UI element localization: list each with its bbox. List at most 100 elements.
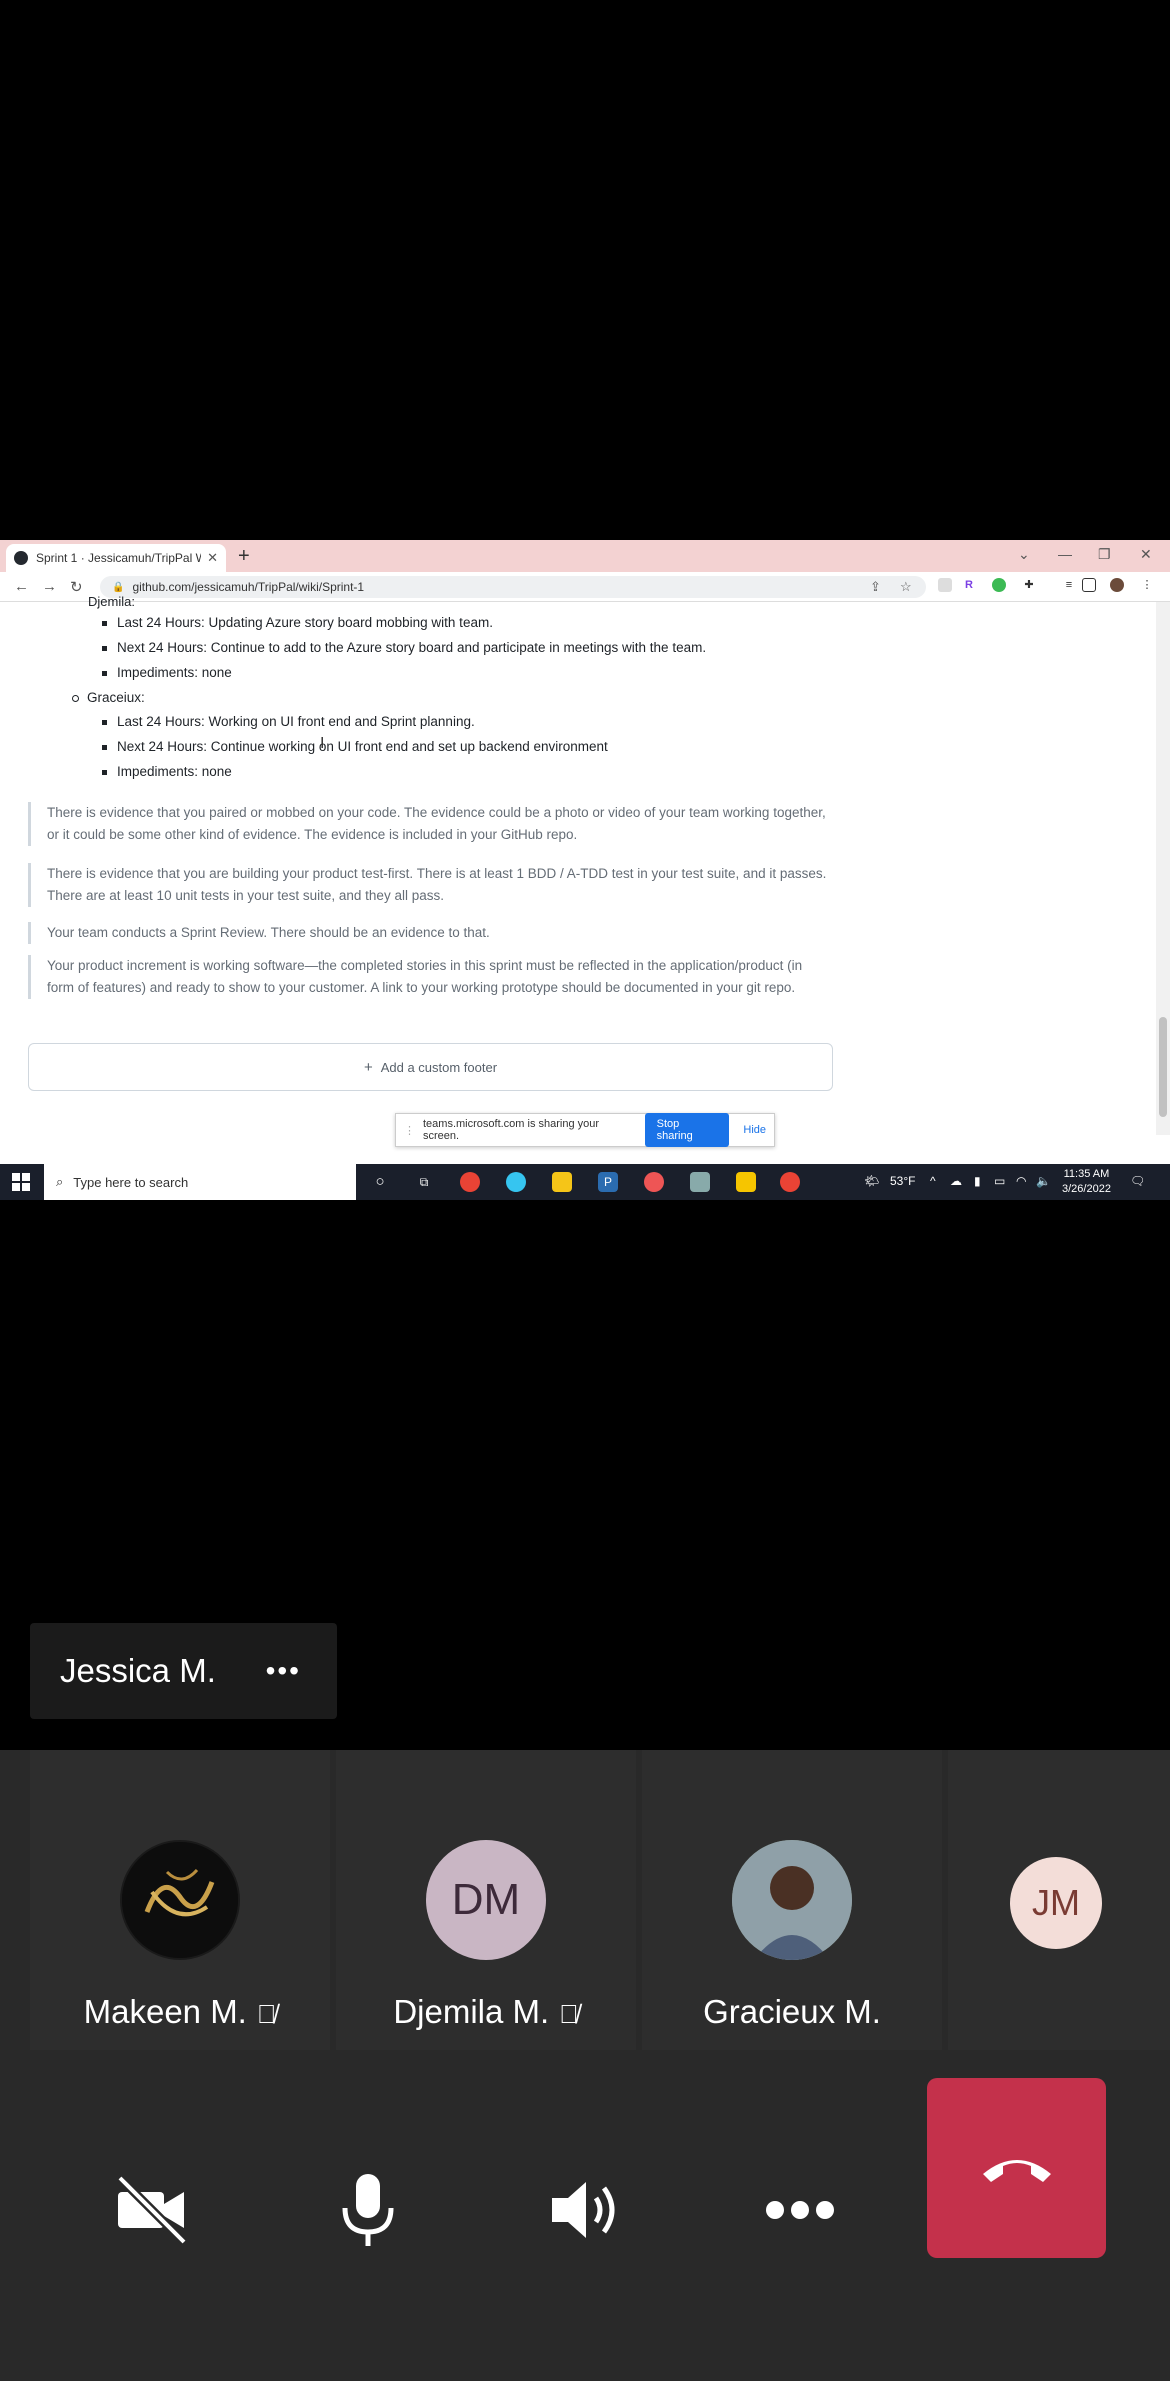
djemila-label: Djemila:: [88, 594, 135, 609]
clock[interactable]: 11:35 AM 3/26/2022: [1062, 1167, 1111, 1197]
blockquote: There is evidence that you paired or mob…: [28, 802, 828, 846]
url-field[interactable]: 🔒 github.com/jessicamuh/TripPal/wiki/Spr…: [100, 576, 926, 598]
reading-list-icon[interactable]: ≡: [1062, 578, 1076, 592]
camera-off-icon: [116, 2174, 188, 2246]
shared-screen: Sprint 1 · Jessicamuh/TripPal Wiki ✕ + ⌄…: [0, 540, 1170, 1200]
presenter-name: Jessica M.: [60, 1652, 216, 1689]
clock-time: 11:35 AM: [1063, 1168, 1110, 1180]
add-custom-footer-label: Add a custom footer: [380, 1059, 498, 1075]
forward-icon[interactable]: →: [42, 578, 57, 595]
avatar: JM: [1010, 1857, 1102, 1949]
list-item: Impediments: none: [102, 665, 232, 680]
tab-title: Sprint 1 · Jessicamuh/TripPal Wiki: [36, 551, 202, 565]
share-message: teams.microsoft.com is sharing your scre…: [423, 1118, 600, 1142]
participant-name: Makeen M. 🎙̸: [83, 1993, 277, 2030]
back-icon[interactable]: ←: [14, 578, 29, 595]
usb-icon[interactable]: ▮: [974, 1174, 981, 1188]
avatar: [732, 1840, 852, 1960]
participant-tile[interactable]: Gracieux M.: [642, 1750, 942, 2050]
bookmark-star-icon[interactable]: ☆: [900, 579, 912, 595]
browser-tab[interactable]: Sprint 1 · Jessicamuh/TripPal Wiki ✕: [6, 544, 226, 572]
list-item: Next 24 Hours: Continue working on UI fr…: [102, 739, 608, 754]
participant-name: Gracieux M.: [703, 1993, 881, 2030]
list-item: Impediments: none: [102, 764, 232, 779]
battery-icon[interactable]: ▭: [994, 1174, 1005, 1188]
hide-link[interactable]: Hide: [743, 1124, 766, 1136]
mic-off-icon: 🎙̸: [256, 1998, 277, 2029]
slack-icon[interactable]: [506, 1172, 526, 1192]
profile-avatar[interactable]: [1110, 578, 1124, 592]
hang-up-icon: [982, 2160, 1051, 2182]
windows-start-icon[interactable]: [12, 1173, 30, 1191]
app-gray-icon[interactable]: [690, 1172, 710, 1192]
puzzle-icon[interactable]: ✚: [1022, 578, 1036, 592]
list-item-graceiux: Graceiux:: [72, 690, 145, 705]
wifi-icon[interactable]: ◠: [1016, 1174, 1026, 1188]
avatar: [120, 1840, 240, 1960]
blockquote: Your team conducts a Sprint Review. Ther…: [28, 922, 828, 944]
task-view-icon[interactable]: ⧉: [414, 1172, 434, 1192]
share-icon[interactable]: ⇪: [870, 579, 881, 595]
list-item: Next 24 Hours: Continue to add to the Az…: [102, 640, 706, 655]
scrollbar[interactable]: [1156, 602, 1170, 1135]
blockquote: There is evidence that you are building …: [28, 863, 828, 907]
speaker-button[interactable]: [494, 2120, 674, 2300]
blockquote: Your product increment is working softwa…: [28, 955, 828, 999]
calligraphy-avatar-icon: [122, 1842, 238, 1958]
search-icon: ⌕: [56, 1174, 64, 1189]
menu-icon[interactable]: ⋮: [1140, 578, 1154, 592]
taskbar-search-placeholder: Type here to search: [73, 1174, 189, 1190]
extension-icon[interactable]: [938, 578, 952, 592]
tray-chevron-icon[interactable]: ^: [930, 1174, 936, 1188]
cortana-icon[interactable]: ○: [370, 1172, 390, 1192]
list-item: Last 24 Hours: Working on UI front end a…: [102, 714, 475, 729]
weather-temp[interactable]: 53°F: [890, 1174, 915, 1188]
app-red-icon[interactable]: [644, 1172, 664, 1192]
taskbar-search-input[interactable]: ⌕ Type here to search: [44, 1164, 356, 1200]
new-tab-icon[interactable]: +: [238, 545, 250, 568]
lock-icon: 🔒: [112, 581, 125, 593]
participant-strip: Makeen M. 🎙̸ DM Djemila M. 🎙̸ Gracieux M. …: [0, 1750, 1170, 2050]
drag-handle-icon[interactable]: ⋮: [404, 1124, 415, 1137]
close-window-icon[interactable]: ✕: [1140, 546, 1152, 563]
windows-taskbar: ⌕ Type here to search ○ ⧉ P 🌤 53°F ^ ☁ ▮…: [0, 1164, 1170, 1200]
avatar-initials: JM: [1032, 1882, 1080, 1923]
plus-icon: +: [363, 1058, 373, 1076]
weather-icon[interactable]: 🌤: [864, 1174, 879, 1188]
hang-up-button[interactable]: [927, 2078, 1106, 2258]
maximize-icon[interactable]: ❐: [1098, 546, 1111, 563]
add-custom-footer-button[interactable]: + Add a custom footer: [28, 1043, 833, 1091]
minimize-icon[interactable]: —: [1058, 546, 1072, 562]
more-icon: [766, 2201, 834, 2219]
participant-tile[interactable]: Makeen M. 🎙̸: [30, 1750, 330, 2050]
tab-search-icon[interactable]: ⌄: [1018, 546, 1030, 563]
stop-sharing-button[interactable]: Stop sharing: [644, 1113, 730, 1147]
side-panel-icon[interactable]: [1082, 578, 1096, 592]
participant-tile[interactable]: DM Djemila M. 🎙̸: [336, 1750, 636, 2050]
notifications-icon[interactable]: 🗨: [1130, 1174, 1145, 1188]
mic-off-icon: 🎙̸: [559, 1998, 579, 2029]
sticky-notes-icon[interactable]: [736, 1172, 756, 1192]
extension-green-icon[interactable]: [992, 578, 1006, 592]
chrome-active-icon[interactable]: [780, 1172, 800, 1192]
file-explorer-icon[interactable]: [552, 1172, 572, 1192]
camera-off-button[interactable]: [62, 2120, 242, 2300]
onedrive-icon[interactable]: ☁: [950, 1174, 962, 1188]
more-options-icon[interactable]: •••: [266, 1655, 301, 1687]
extension-r-icon[interactable]: R: [962, 578, 976, 592]
screen-share-notification: ⋮ teams.microsoft.com is sharing your sc…: [395, 1113, 775, 1147]
chrome-icon[interactable]: [460, 1172, 480, 1192]
scrollbar-thumb[interactable]: [1159, 1017, 1167, 1117]
more-actions-button[interactable]: [710, 2120, 890, 2300]
volume-icon[interactable]: 🔈: [1036, 1174, 1051, 1188]
url-text: github.com/jessicamuh/TripPal/wiki/Sprin…: [132, 580, 365, 594]
microphone-button[interactable]: [278, 2120, 458, 2300]
clock-date: 3/26/2022: [1062, 1183, 1111, 1195]
participant-tile[interactable]: JM: [948, 1750, 1170, 2050]
reload-icon[interactable]: ↻: [70, 578, 83, 596]
github-icon: [14, 551, 28, 565]
close-tab-icon[interactable]: ✕: [207, 550, 218, 566]
avatar: DM: [426, 1840, 546, 1960]
presenter-name-pill: Jessica M. •••: [30, 1623, 337, 1719]
app-p-icon[interactable]: P: [598, 1172, 618, 1192]
